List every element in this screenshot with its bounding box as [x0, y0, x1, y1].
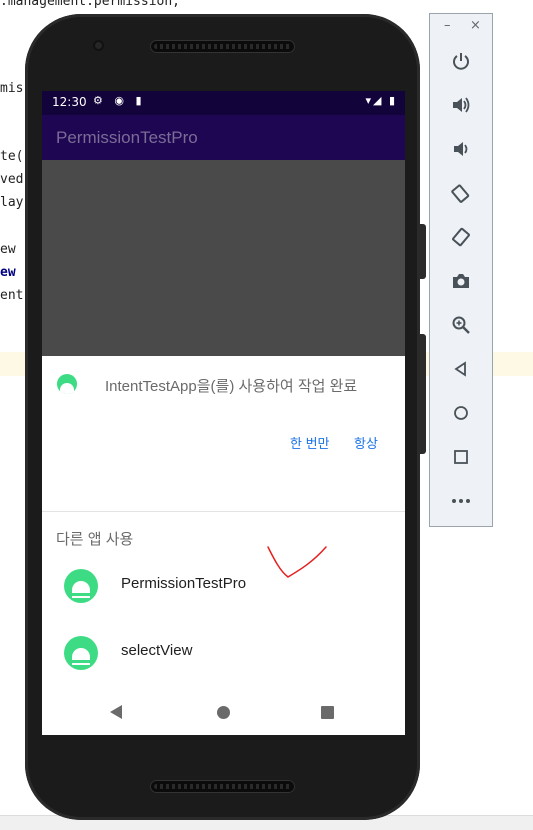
nav-home-icon[interactable] — [217, 706, 230, 719]
more-icon[interactable] — [446, 486, 476, 516]
app-bar: PermissionTestPro — [42, 115, 405, 160]
app-option-label: selectView — [121, 642, 193, 659]
emulator-device-frame: 12:30 ⚙ ◉ ▮ ▾◢ ▮ PermissionTestPro Inten… — [25, 14, 426, 820]
nav-recents-icon[interactable] — [321, 706, 334, 719]
camera-icon[interactable] — [446, 266, 476, 296]
code-fragment: ved — [0, 172, 24, 187]
just-once-button[interactable]: 한 번만 — [290, 433, 330, 452]
app-option-selectview[interactable]: selectView — [42, 636, 405, 696]
chooser-title: IntentTestApp을(를) 사용하여 작업 완료 — [105, 378, 358, 395]
code-fragment: mis — [0, 81, 24, 96]
minimize-button[interactable]: – — [444, 18, 451, 33]
android-app-icon — [57, 374, 77, 394]
rotate-left-icon[interactable] — [446, 178, 476, 208]
overview-icon[interactable] — [446, 442, 476, 472]
front-camera — [93, 40, 104, 51]
other-apps-label: 다른 앱 사용 — [56, 531, 134, 548]
device-volume-button — [420, 334, 426, 454]
always-button[interactable]: 항상 — [354, 433, 378, 452]
bottom-speaker — [150, 780, 295, 793]
volume-up-icon[interactable] — [446, 90, 476, 120]
home-icon[interactable] — [446, 398, 476, 428]
volume-down-icon[interactable] — [446, 134, 476, 164]
chooser-divider — [42, 511, 405, 512]
chooser-header: IntentTestApp을(를) 사용하여 작업 완료 한 번만 항상 — [42, 356, 405, 511]
code-fragment: lay — [0, 195, 24, 210]
app-option-label: PermissionTestPro — [121, 575, 247, 592]
phone-screen[interactable]: 12:30 ⚙ ◉ ▮ ▾◢ ▮ PermissionTestPro Inten… — [42, 91, 405, 735]
system-navigation-bar — [42, 691, 405, 735]
device-side-button — [420, 224, 426, 279]
android-app-icon — [64, 636, 98, 670]
code-fragment: ew — [0, 242, 16, 257]
emulator-toolbar: – × — [429, 13, 493, 527]
code-fragment: te( — [0, 149, 24, 164]
nav-back-icon[interactable] — [110, 705, 122, 719]
status-time: 12:30 — [52, 95, 87, 109]
code-fragment-keyword: ew — [0, 265, 16, 280]
status-bar: 12:30 ⚙ ◉ ▮ ▾◢ ▮ — [42, 91, 405, 115]
top-speaker — [150, 40, 295, 53]
status-signal-battery-icons: ▾◢ ▮ — [365, 94, 397, 107]
code-fragment-top: .management.permission; — [0, 0, 181, 9]
red-checkmark-annotation — [267, 546, 327, 578]
app-title: PermissionTestPro — [56, 128, 198, 147]
zoom-icon[interactable] — [446, 310, 476, 340]
intent-chooser-sheet: IntentTestApp을(를) 사용하여 작업 완료 한 번만 항상 다른 … — [42, 356, 405, 735]
back-icon[interactable] — [446, 354, 476, 384]
android-app-icon — [64, 569, 98, 603]
rotate-right-icon[interactable] — [446, 222, 476, 252]
close-button[interactable]: × — [470, 18, 481, 33]
status-notification-icons: ⚙ ◉ ▮ — [93, 94, 146, 107]
power-icon[interactable] — [446, 46, 476, 76]
code-fragment: ent — [0, 288, 24, 303]
app-option-permissiontestpro[interactable]: PermissionTestPro — [42, 546, 405, 629]
